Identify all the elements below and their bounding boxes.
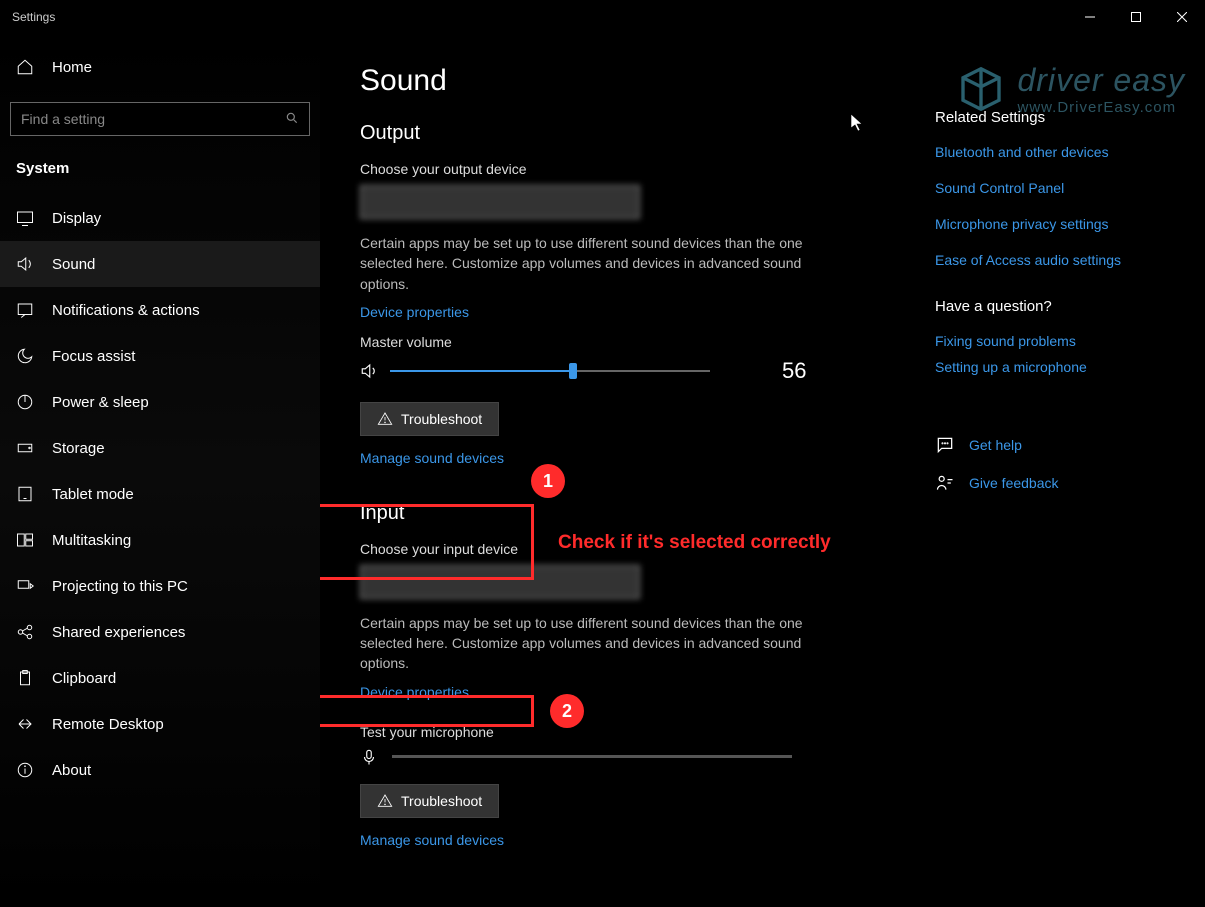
search-icon [285,111,299,128]
sidebar-item-tablet-mode[interactable]: Tablet mode [0,471,320,517]
sound-icon [16,255,34,273]
sidebar-item-clipboard[interactable]: Clipboard [0,655,320,701]
sidebar-item-shared-experiences[interactable]: Shared experiences [0,609,320,655]
sidebar-item-label: Focus assist [52,348,135,365]
annotation-box-1 [320,504,534,580]
give-feedback-label: Give feedback [969,475,1059,491]
get-help-label: Get help [969,437,1022,453]
tablet-icon [16,485,34,503]
warning-icon [377,411,393,427]
get-help-link[interactable]: Get help [935,435,1165,455]
home-label: Home [52,59,92,76]
speaker-icon [360,362,378,380]
sidebar-item-multitasking[interactable]: Multitasking [0,517,320,563]
home-button[interactable]: Home [0,48,320,86]
output-device-dropdown[interactable] [360,185,640,219]
output-device-properties-link[interactable]: Device properties [360,304,469,320]
annotation-circle-1: 1 [531,464,565,498]
output-hint: Certain apps may be set up to use differ… [360,233,820,294]
input-troubleshoot-button[interactable]: Troubleshoot [360,784,499,818]
display-icon [16,209,34,227]
troubleshoot-label: Troubleshoot [401,793,482,809]
input-hint: Certain apps may be set up to use differ… [360,613,820,674]
sidebar: Home Find a setting System Display Sound… [0,34,320,907]
sidebar-item-focus-assist[interactable]: Focus assist [0,333,320,379]
titlebar: Settings [0,0,1205,34]
output-manage-devices-link[interactable]: Manage sound devices [360,450,504,466]
sidebar-item-label: About [52,762,91,779]
storage-icon [16,439,34,457]
sidebar-item-label: Display [52,210,101,227]
search-placeholder: Find a setting [21,111,105,127]
clipboard-icon [16,669,34,687]
sidebar-item-label: Sound [52,256,95,273]
maximize-button[interactable] [1113,0,1159,34]
minimize-button[interactable] [1067,0,1113,34]
sidebar-item-label: Tablet mode [52,486,134,503]
feedback-icon [935,473,955,493]
sidebar-item-label: Multitasking [52,532,131,549]
cursor-icon [850,114,864,137]
question-heading: Have a question? [935,298,1165,315]
sidebar-item-label: Projecting to this PC [52,578,188,595]
sidebar-item-notifications[interactable]: Notifications & actions [0,287,320,333]
related-settings-heading: Related Settings [935,109,1165,126]
microphone-icon [360,748,378,766]
troubleshoot-label: Troubleshoot [401,411,482,427]
link-bluetooth[interactable]: Bluetooth and other devices [935,144,1165,160]
focus-assist-icon [16,347,34,365]
about-icon [16,761,34,779]
master-volume-value: 56 [782,358,806,384]
link-setting-up-microphone[interactable]: Setting up a microphone [935,359,1165,375]
sidebar-item-power-sleep[interactable]: Power & sleep [0,379,320,425]
sidebar-item-label: Storage [52,440,105,457]
right-column: Related Settings Bluetooth and other dev… [935,109,1165,511]
mic-test-row [360,748,1165,766]
sidebar-section-title: System [0,152,320,195]
sidebar-item-label: Power & sleep [52,394,149,411]
mic-level-bar [392,755,792,758]
notifications-icon [16,301,34,319]
sidebar-item-remote-desktop[interactable]: Remote Desktop [0,701,320,747]
warning-icon [377,793,393,809]
search-input[interactable]: Find a setting [10,102,310,136]
give-feedback-link[interactable]: Give feedback [935,473,1165,493]
sidebar-item-about[interactable]: About [0,747,320,793]
power-icon [16,393,34,411]
link-sound-control-panel[interactable]: Sound Control Panel [935,180,1165,196]
main-content: driver easy www.DriverEasy.com Sound Out… [320,34,1205,907]
sidebar-item-label: Remote Desktop [52,716,164,733]
sidebar-item-projecting[interactable]: Projecting to this PC [0,563,320,609]
sidebar-item-label: Clipboard [52,670,116,687]
window-title: Settings [12,10,55,24]
shared-icon [16,623,34,641]
link-fixing-sound-problems[interactable]: Fixing sound problems [935,333,1165,349]
annotation-box-2 [320,695,534,727]
input-manage-devices-link[interactable]: Manage sound devices [360,832,504,848]
annotation-text: Check if it's selected correctly [558,532,831,554]
sidebar-item-sound[interactable]: Sound [0,241,320,287]
window-controls [1067,0,1205,34]
sidebar-item-storage[interactable]: Storage [0,425,320,471]
chat-icon [935,435,955,455]
sidebar-item-label: Notifications & actions [52,302,200,319]
remote-desktop-icon [16,715,34,733]
link-ease-of-access-audio[interactable]: Ease of Access audio settings [935,252,1165,268]
watermark-line1: driver easy [1018,62,1186,99]
multitasking-icon [16,531,34,549]
output-troubleshoot-button[interactable]: Troubleshoot [360,402,499,436]
annotation-circle-2: 2 [550,694,584,728]
sidebar-item-display[interactable]: Display [0,195,320,241]
home-icon [16,58,34,76]
link-mic-privacy[interactable]: Microphone privacy settings [935,216,1165,232]
close-button[interactable] [1159,0,1205,34]
projecting-icon [16,577,34,595]
sidebar-item-label: Shared experiences [52,624,185,641]
watermark: driver easy www.DriverEasy.com [954,62,1186,116]
